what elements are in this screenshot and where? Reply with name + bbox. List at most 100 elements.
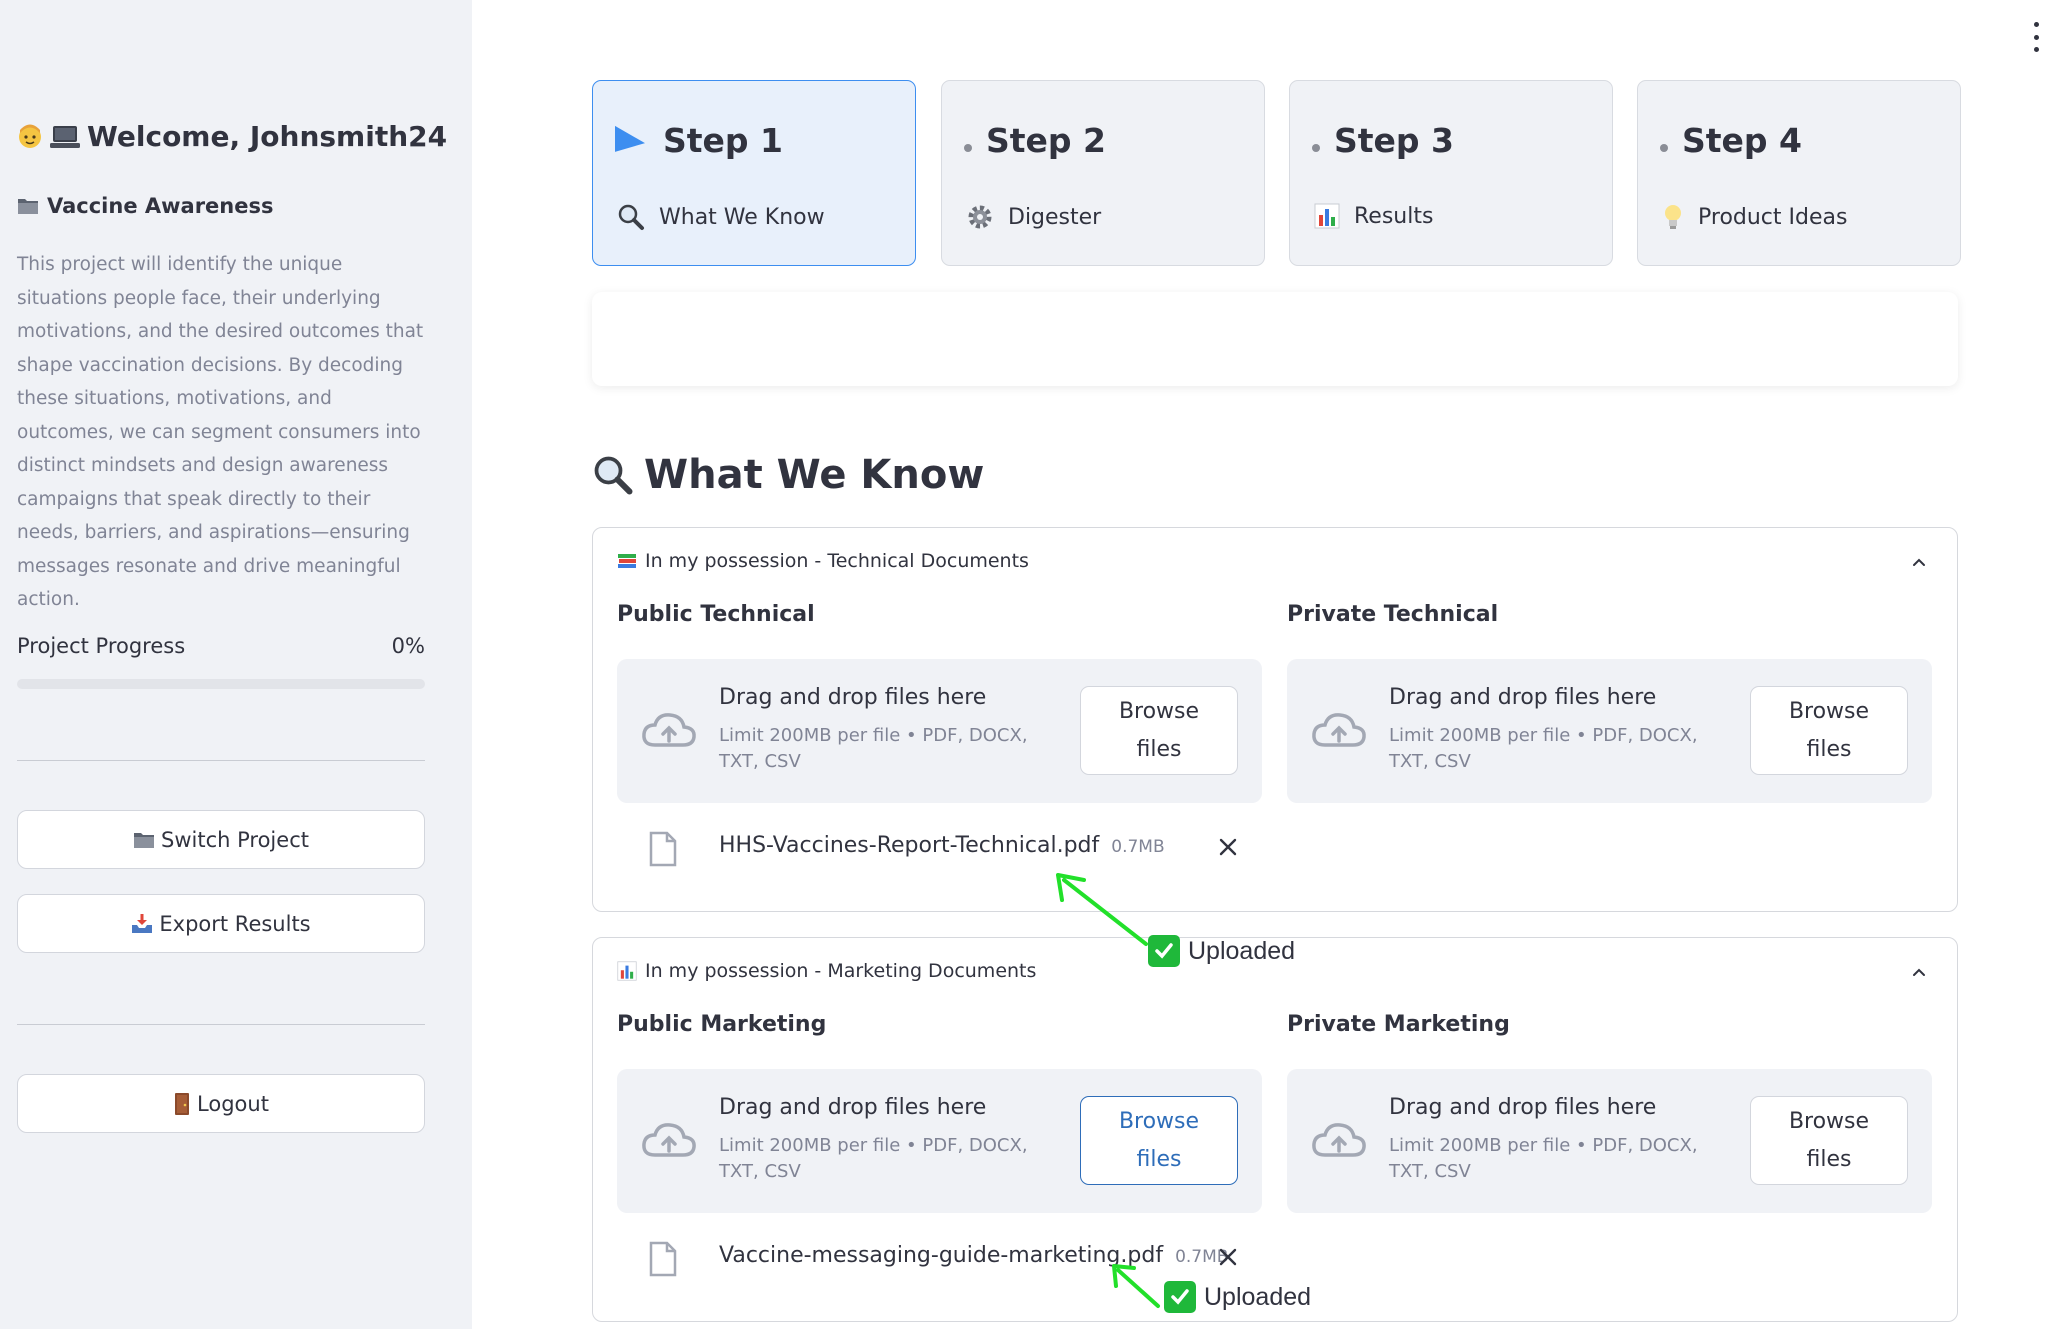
uploaded-annotation-text: Uploaded: [1188, 936, 1296, 965]
browse-files-button[interactable]: Browse files: [1750, 1096, 1908, 1185]
project-description: This project will identify the unique si…: [17, 254, 424, 610]
bar-chart-icon: [617, 961, 637, 981]
step-card-2[interactable]: Step 2 Digester: [941, 80, 1265, 266]
browse-files-button[interactable]: Browse files: [1080, 1096, 1238, 1185]
chevron-up-icon[interactable]: [1911, 964, 1927, 980]
browse-label-line1: Browse: [1118, 1108, 1200, 1134]
progress-label: Project Progress: [17, 634, 186, 658]
switch-project-button[interactable]: Switch Project: [17, 810, 425, 869]
door-icon: [173, 1092, 191, 1116]
browse-label-line1: Browse: [1788, 1108, 1870, 1134]
step-card-1[interactable]: Step 1 What We Know: [592, 80, 916, 266]
step-card-4[interactable]: Step 4 Product Ideas: [1637, 80, 1961, 266]
browse-files-button[interactable]: Browse files: [1080, 686, 1238, 775]
dropzone-limits: Limit 200MB per file • PDF, DOCX, TXT, C…: [719, 725, 1028, 772]
expander-header[interactable]: In my possession - Technical Documents: [617, 550, 1029, 572]
step-content-panel: [592, 292, 1958, 386]
magnifier-icon: [617, 203, 645, 231]
switch-project-label: Switch Project: [161, 827, 309, 852]
chevron-up-icon[interactable]: [1911, 554, 1927, 570]
menu-dot: [2033, 34, 2039, 40]
step-title-text: Step 4: [1682, 121, 1802, 160]
browse-label-line2: files: [1806, 736, 1852, 762]
marketing-documents-expander: In my possession - Marketing Documents P…: [592, 937, 1958, 1322]
menu-dot: [2033, 22, 2039, 27]
annotation-arrow: [1112, 1264, 1160, 1308]
browse-label-line2: files: [1136, 1146, 1182, 1172]
sidebar-divider: [17, 1024, 425, 1025]
magnifier-icon: [592, 454, 634, 496]
remove-file-icon[interactable]: [1217, 836, 1239, 858]
expander-header[interactable]: In my possession - Marketing Documents: [617, 960, 1036, 982]
step-title-text: Step 1: [663, 121, 783, 160]
step-subtitle-text: Digester: [1008, 204, 1102, 230]
expander-header-text: In my possession - Marketing Documents: [645, 960, 1037, 982]
step-card-3[interactable]: Step 3 Results: [1289, 80, 1613, 266]
step-subtitle-text: Product Ideas: [1698, 204, 1848, 230]
logout-button[interactable]: Logout: [17, 1074, 425, 1133]
step-title: Step 2: [964, 121, 1106, 160]
export-results-label: Export Results: [159, 911, 311, 936]
remove-file-icon[interactable]: [1217, 1246, 1239, 1268]
folder-icon: [17, 196, 39, 216]
upload-cloud-icon: [642, 1123, 696, 1157]
main-menu-button[interactable]: [2030, 22, 2042, 52]
dropzone-limits: Limit 200MB per file • PDF, DOCX, TXT, C…: [1389, 1135, 1698, 1182]
step-subtitle: Product Ideas: [1662, 203, 1847, 231]
dropzone-instructions: Drag and drop files here: [719, 1095, 987, 1120]
step-subtitle: Results: [1314, 203, 1433, 229]
lightbulb-icon: [1662, 203, 1684, 231]
file-size: 0.7MB: [1111, 837, 1165, 857]
step-dot-icon: [1312, 143, 1320, 152]
checkmark-icon: [1164, 1281, 1196, 1313]
books-icon: [617, 551, 637, 571]
current-step-arrow-icon: [615, 125, 645, 156]
sidebar-divider: [17, 760, 425, 761]
public-technical-label: Public Technical: [617, 602, 815, 627]
inbox-tray-icon: [131, 913, 153, 935]
step-subtitle: Digester: [966, 203, 1101, 231]
private-marketing-label: Private Marketing: [1287, 1012, 1510, 1037]
sidebar: Welcome, Johnsmith24 Vaccine Awareness T…: [0, 0, 472, 1329]
project-name: Vaccine Awareness: [17, 194, 274, 218]
file-icon: [649, 1241, 677, 1277]
menu-dot: [2033, 47, 2039, 52]
progress-bar: [17, 679, 425, 689]
technical-documents-expander: In my possession - Technical Documents P…: [592, 527, 1958, 912]
laptop-emoji-icon: [49, 122, 81, 152]
welcome-heading: Welcome, Johnsmith24: [17, 120, 447, 153]
upload-cloud-icon: [1312, 713, 1366, 747]
step-dot-icon: [1660, 143, 1668, 152]
uploaded-annotation: Uploaded: [1148, 935, 1295, 967]
annotation-arrow: [1056, 873, 1148, 946]
step-subtitle-text: What We Know: [659, 204, 825, 230]
private-marketing-dropzone[interactable]: Drag and drop files here Limit 200MB per…: [1287, 1069, 1932, 1213]
uploaded-annotation: Uploaded: [1164, 1281, 1311, 1313]
checkmark-icon: [1148, 935, 1180, 967]
step-dot-icon: [964, 143, 972, 152]
browse-files-button[interactable]: Browse files: [1750, 686, 1908, 775]
folder-icon: [133, 830, 155, 850]
dropzone-instructions: Drag and drop files here: [1389, 1095, 1657, 1120]
public-marketing-dropzone[interactable]: Drag and drop files here Limit 200MB per…: [617, 1069, 1262, 1213]
step-title-text: Step 3: [1334, 121, 1454, 160]
browse-label-line2: files: [1806, 1146, 1852, 1172]
logout-label: Logout: [197, 1091, 269, 1116]
step-title: Step 4: [1660, 121, 1802, 160]
person-emoji-icon: [17, 122, 43, 152]
section-title: What We Know: [592, 452, 984, 498]
file-name-text: Vaccine-messaging-guide-marketing.pdf: [719, 1243, 1164, 1268]
welcome-text: Welcome, Johnsmith24: [87, 120, 448, 153]
step-title: Step 3: [1312, 121, 1454, 160]
private-technical-dropzone[interactable]: Drag and drop files here Limit 200MB per…: [1287, 659, 1932, 803]
browse-label-line1: Browse: [1118, 698, 1200, 724]
private-technical-label: Private Technical: [1287, 602, 1499, 627]
dropzone-limits: Limit 200MB per file • PDF, DOCX, TXT, C…: [719, 1135, 1028, 1182]
step-title: Step 1: [615, 121, 783, 160]
step-title-text: Step 2: [986, 121, 1106, 160]
uploaded-annotation-text: Uploaded: [1204, 1282, 1312, 1311]
public-technical-dropzone[interactable]: Drag and drop files here Limit 200MB per…: [617, 659, 1262, 803]
export-results-button[interactable]: Export Results: [17, 894, 425, 953]
progress-value: 0%: [391, 634, 425, 658]
file-name-text: HHS-Vaccines-Report-Technical.pdf: [719, 833, 1100, 858]
